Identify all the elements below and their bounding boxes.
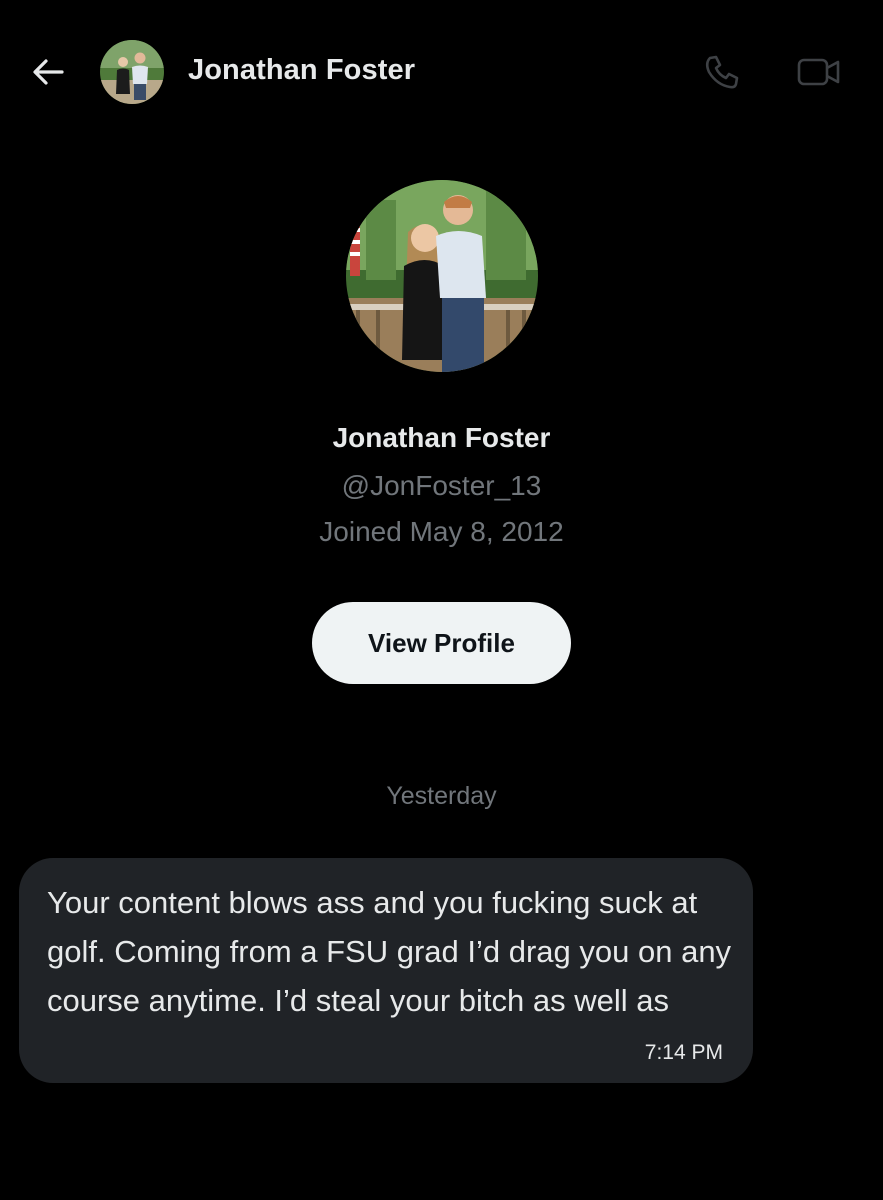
- date-divider: Yesterday: [386, 782, 497, 810]
- header-title: Jonathan Foster: [188, 54, 416, 86]
- video-camera-icon: [797, 58, 840, 86]
- arrow-left-icon: [33, 59, 64, 85]
- video-call-button[interactable]: [795, 50, 843, 94]
- view-profile-button[interactable]: View Profile: [312, 602, 571, 684]
- call-button[interactable]: [700, 50, 744, 94]
- message-bubble[interactable]: Your content blows ass and you fucking s…: [19, 858, 753, 1083]
- message-text: Your content blows ass and you fucking s…: [47, 885, 732, 1018]
- profile-card: Jonathan Foster @JonFoster_13 Joined May…: [0, 170, 883, 710]
- phone-icon: [705, 55, 739, 89]
- message-timestamp: 7:14 PM: [644, 1041, 723, 1064]
- avatar[interactable]: [100, 40, 164, 104]
- conversation-header: Jonathan Foster: [0, 0, 883, 145]
- profile-handle: @JonFoster_13: [341, 470, 542, 501]
- profile-photo: [346, 180, 538, 372]
- avatar-photo: [100, 40, 164, 104]
- back-button[interactable]: [26, 50, 70, 94]
- profile-joined-date: Joined May 8, 2012: [319, 516, 564, 547]
- profile-name: Jonathan Foster: [332, 422, 551, 453]
- profile-avatar[interactable]: [346, 180, 538, 372]
